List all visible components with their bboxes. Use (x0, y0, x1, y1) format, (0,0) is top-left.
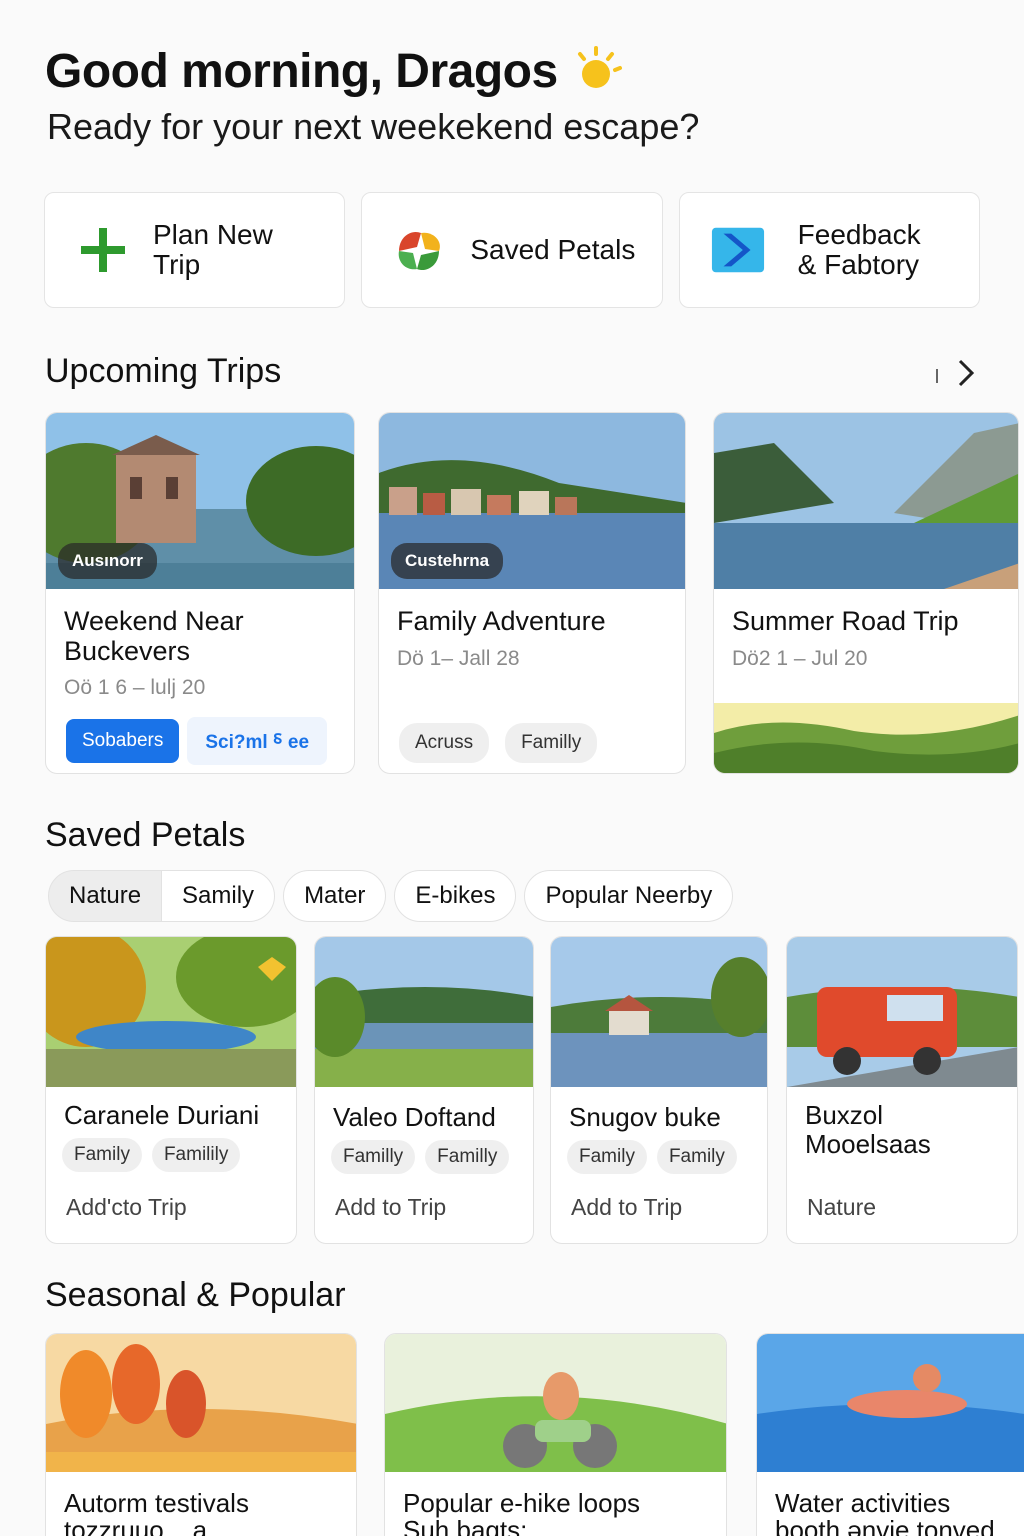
trip-title-line2: Buckevers (64, 635, 191, 666)
trip-dates: Dö 1– Jall 28 (397, 646, 520, 670)
petal-filters: Nature Samily Mater E-bikes Popular Neer… (48, 870, 734, 922)
seasonal-list: Autorm testivals tozzruuo... a Popular e… (45, 1333, 1024, 1536)
petal-title: Snugov buke (569, 1102, 721, 1132)
greeting-title: Good morning, Dragos (45, 45, 558, 98)
trip-location-tag: Ausınorr (58, 543, 157, 579)
trip-image (714, 413, 1018, 589)
plus-icon (75, 222, 131, 278)
trip-tag-chip[interactable]: Acruss (399, 723, 490, 763)
sun-icon (572, 45, 624, 98)
seasonal-title: Popular e-hike loops Suh bagts: (385, 1472, 726, 1536)
seasonal-card[interactable]: Water activities booth ənvie tonved (756, 1333, 1024, 1536)
seasonal-title-line1: Autorm testivals (64, 1488, 249, 1518)
trip-dates: Dö2 1 – Jul 20 (732, 646, 868, 670)
add-to-trip-button[interactable]: Add to Trip (335, 1194, 446, 1221)
upcoming-trips-heading: Upcoming Trips (45, 352, 282, 390)
saved-petals-button[interactable]: Saved Petals (361, 192, 663, 308)
seasonal-card[interactable]: Popular e-hike loops Suh bagts: (384, 1333, 727, 1536)
plan-new-trip-label: Plan New Trip (153, 218, 273, 280)
petal-title: Valeo Doftand (333, 1102, 496, 1132)
greeting-subtitle: Ready for your next weekekend escape? (47, 106, 700, 147)
petal-card[interactable]: Buxzol Mooelsaas Nature (786, 936, 1018, 1244)
add-to-trip-button[interactable]: Add to Trip (571, 1194, 682, 1221)
seasonal-title: Autorm testivals tozzruuo... a (46, 1472, 356, 1536)
trip-dates: Oö 1 6 – lulj 20 (64, 676, 206, 700)
trip-title-line1: Weekend Near (64, 606, 244, 636)
seasonal-image (757, 1334, 1024, 1472)
petal-tag-chip[interactable]: Family (567, 1140, 647, 1175)
trip-title: Summer Road Trip (732, 606, 959, 636)
petal-title-line1: Buxzol (805, 1100, 884, 1130)
petal-image (551, 937, 767, 1087)
trip-image: Custehrna (379, 413, 685, 589)
seasonal-title-line2: booth ənvie tonved (775, 1515, 995, 1536)
add-to-trip-button[interactable]: Add'cto Trip (66, 1194, 187, 1221)
scroll-indicator (936, 368, 938, 383)
petal-tag-chip[interactable]: Family (656, 1140, 737, 1175)
petal-tags: Familly Familly (315, 1132, 533, 1175)
petal-title: Caranele Duriani (64, 1100, 260, 1130)
trip-primary-button[interactable]: Sobabers (66, 719, 180, 763)
upcoming-trips-list: Ausınorr Weekend Near Buckevers Oö 1 6 –… (45, 412, 1024, 776)
trip-tag-chip[interactable]: Familly (505, 723, 598, 763)
petal-tag-chip[interactable]: Familly (425, 1140, 510, 1175)
saved-petals-label: Saved Petals (470, 233, 636, 265)
petals-logo-icon (392, 222, 448, 278)
trip-tags: Acruss Familly (399, 723, 598, 763)
feedback-label: Feedback & Fabtory (797, 218, 921, 280)
filter-nature[interactable]: Nature (48, 870, 163, 922)
trip-card[interactable]: Ausınorr Weekend Near Buckevers Oö 1 6 –… (45, 412, 355, 774)
saved-petals-list: Caranele Duriani Family Familily Add'cto… (45, 936, 1024, 1246)
filter-water[interactable]: Mater (283, 870, 387, 922)
upcoming-nav (936, 358, 976, 393)
trip-title: Family Adventure (397, 606, 606, 636)
trip-location-tag: Custehrna (391, 543, 504, 579)
feedback-button[interactable]: Feedback & Fabtory (678, 192, 980, 308)
seasonal-title-line2: tozzruuo... a (64, 1515, 208, 1536)
petal-image (315, 937, 533, 1087)
filter-popular-nearby[interactable]: Popular Neerby (524, 870, 734, 922)
trip-footer-landscape (714, 703, 1018, 773)
plan-new-trip-button[interactable]: Plan New Trip (44, 192, 346, 308)
filter-family[interactable]: Samily (161, 870, 276, 922)
quick-actions: Plan New Trip Saved Petals Feedback & Fa… (44, 192, 980, 308)
trip-secondary-button[interactable]: Sci?ml ⸹ ee (187, 717, 328, 765)
seasonal-card[interactable]: Autorm testivals tozzruuo... a (45, 1333, 357, 1536)
chevron-right-icon[interactable] (956, 358, 976, 393)
petal-image (787, 937, 1017, 1087)
seasonal-title-line2: Suh bagts: (403, 1515, 528, 1536)
seasonal-title-line1: Popular e-hike loops (403, 1488, 641, 1518)
petal-tag-chip[interactable]: Familly (331, 1140, 416, 1175)
trip-card[interactable]: Summer Road Trip Dö2 1 – Jul 20 (713, 412, 1019, 774)
feedback-label-line2: & Fabtory (797, 249, 920, 280)
greeting-row: Good morning, Dragos (45, 44, 624, 99)
petal-title: Buxzol Mooelsaas (787, 1087, 1017, 1159)
feedback-label-line1: Feedback (797, 218, 921, 250)
seasonal-heading: Seasonal & Popular (45, 1276, 346, 1314)
trip-actions: Sobabers Sci?ml ⸹ ee (66, 717, 328, 765)
seasonal-title: Water activities booth ənvie tonved (757, 1472, 1024, 1536)
petal-card[interactable]: Snugov buke Family Family Add to Trip (550, 936, 768, 1244)
trip-image: Ausınorr (46, 413, 354, 589)
petal-tag-chip[interactable]: Family (62, 1138, 142, 1173)
saved-petals-heading: Saved Petals (45, 816, 246, 854)
petal-card[interactable]: Caranele Duriani Family Familily Add'cto… (45, 936, 297, 1244)
seasonal-title-line1: Water activities (775, 1488, 951, 1518)
feedback-chevron-icon (710, 222, 766, 278)
seasonal-image (385, 1334, 726, 1472)
petal-tags: Family Family (551, 1132, 767, 1175)
petal-title-line2: Mooelsaas (805, 1129, 931, 1160)
petal-category-label: Nature (807, 1194, 877, 1220)
trip-card[interactable]: Custehrna Family Adventure Dö 1– Jall 28… (378, 412, 686, 774)
trip-title: Weekend Near Buckevers (46, 589, 354, 666)
petal-card[interactable]: Valeo Doftand Familly Familly Add to Tri… (314, 936, 534, 1244)
petal-tags: Family Familily (46, 1130, 296, 1173)
seasonal-image (46, 1334, 356, 1472)
petal-image (46, 937, 296, 1087)
filter-e-bikes[interactable]: E-bikes (394, 870, 517, 922)
petal-tag-chip[interactable]: Familily (151, 1138, 241, 1173)
